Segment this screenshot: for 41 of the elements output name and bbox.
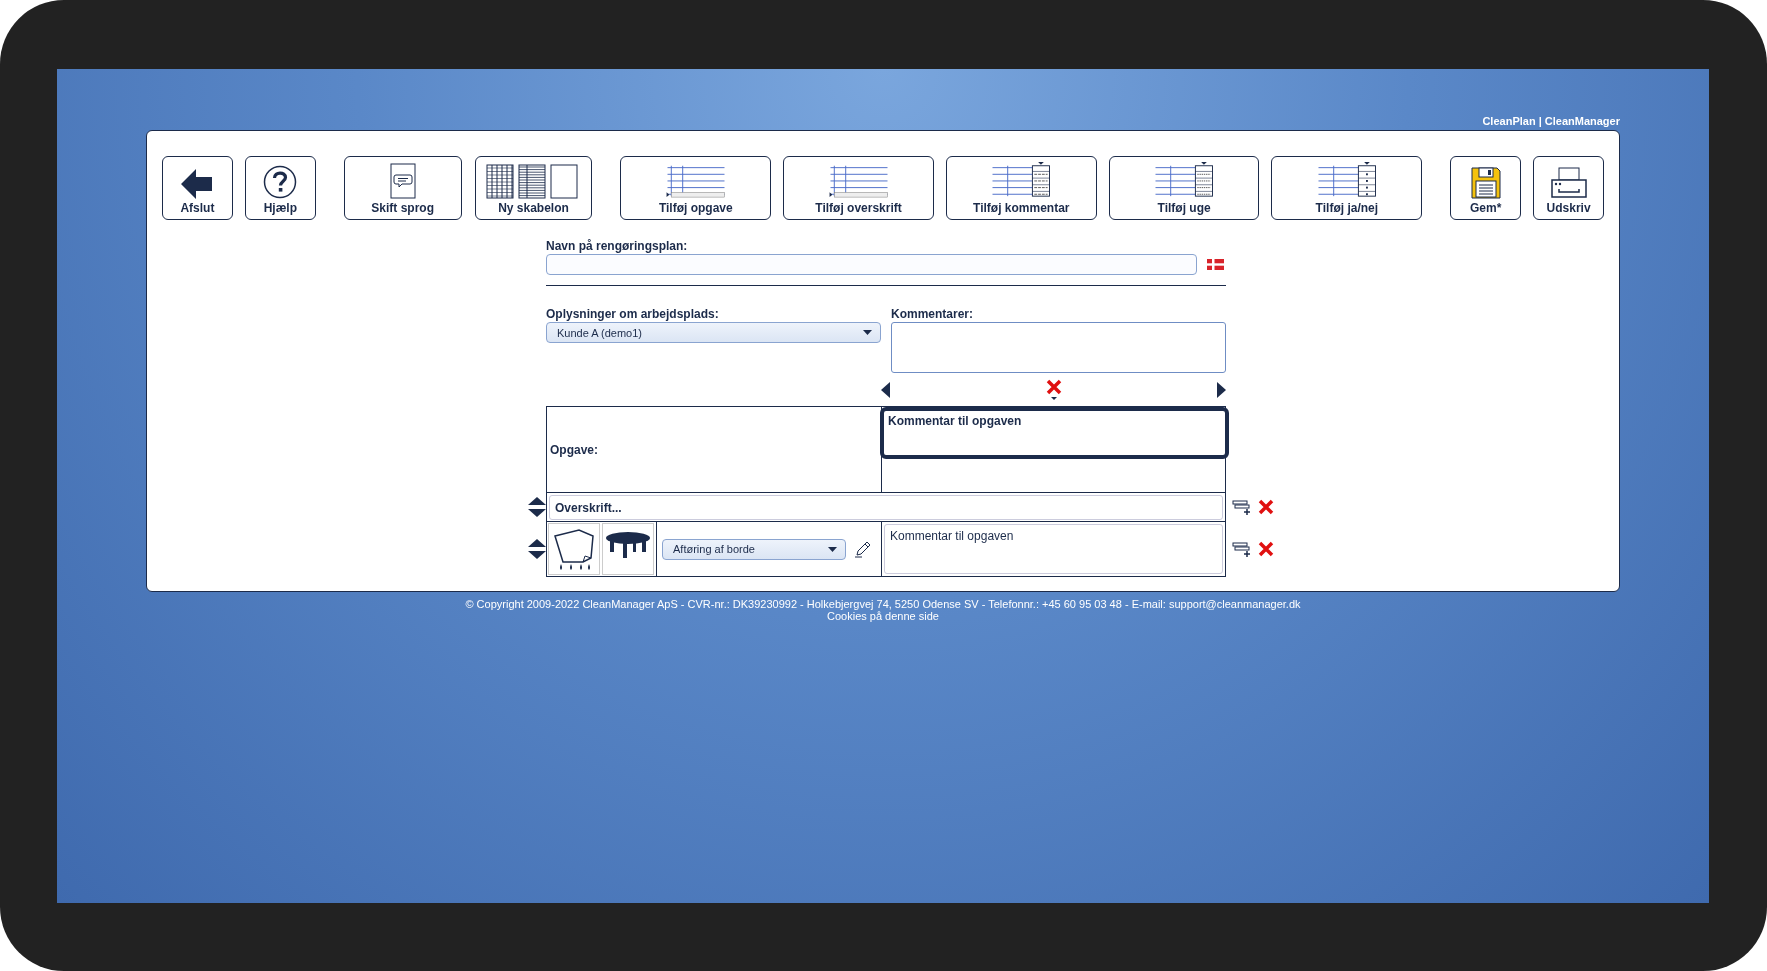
plan-name-input[interactable] bbox=[546, 254, 1197, 275]
field-label: Navn på rengøringsplan: bbox=[546, 240, 689, 253]
dropdown-caret-icon bbox=[863, 330, 872, 335]
delete-column-icon[interactable] bbox=[1045, 379, 1062, 401]
flag-icon[interactable] bbox=[1207, 259, 1224, 270]
move-up-down-icon[interactable] bbox=[528, 539, 546, 559]
move-up-down-icon[interactable] bbox=[528, 496, 546, 517]
toolbar-button[interactable]: Tilføj opgave bbox=[620, 156, 772, 220]
cookies-link[interactable]: Cookies på denne side bbox=[827, 610, 939, 622]
delete-icon[interactable] bbox=[1258, 541, 1274, 557]
toolbar-button[interactable]: Afslut bbox=[162, 156, 233, 220]
dropdown-caret-icon bbox=[828, 546, 837, 552]
copyright-text: © Copyright 2009-2022 CleanManager ApS - CVR-nr.: DK39230992 - Holkebjergvej 74, 5250 Odense SV - Telefonnr.: +45 60 95 03 48 - E-mail: support@cleanmanager.dk bbox=[465, 598, 1301, 610]
task-comment-field[interactable]: Kommentar til opgaven bbox=[884, 524, 1223, 574]
help-icon bbox=[263, 165, 298, 199]
toolbar-button[interactable]: Tilføj uge bbox=[1108, 156, 1260, 220]
delete-icon[interactable] bbox=[1258, 498, 1274, 515]
right-arrow-icon[interactable] bbox=[1217, 382, 1226, 398]
toolbar-button[interactable]: Tilføj kommentar bbox=[945, 156, 1097, 220]
toolbar-button[interactable]: Gem* bbox=[1450, 156, 1522, 220]
toolbar-button[interactable]: Udskriv bbox=[1533, 156, 1604, 220]
toolbar-button[interactable]: Tilføj overskrift bbox=[783, 156, 934, 220]
workplace-select[interactable]: Kunde A (demo1) bbox=[546, 322, 881, 343]
toolbar-button[interactable]: Tilføj ja/nej bbox=[1271, 156, 1423, 220]
toolbar-button[interactable]: Skift sprog bbox=[343, 156, 462, 220]
comment-header-field[interactable]: Kommentar til opgaven bbox=[880, 407, 1229, 459]
field-label: Kommentarer: bbox=[891, 308, 975, 321]
toolbar-button[interactable]: Hjælp bbox=[244, 156, 316, 220]
heading-input[interactable]: Overskrift... bbox=[549, 495, 1223, 520]
speech-bubble-page-icon bbox=[389, 163, 416, 199]
left-arrow-icon[interactable] bbox=[881, 382, 890, 398]
comments-textarea[interactable] bbox=[891, 322, 1226, 373]
toolbar-button[interactable]: Ny skabelon bbox=[474, 156, 593, 220]
brand-title: CleanPlan | CleanManager bbox=[1481, 115, 1620, 128]
printer-icon bbox=[1549, 167, 1588, 199]
back-arrow-icon bbox=[181, 169, 214, 199]
add-row-icon[interactable] bbox=[1232, 498, 1252, 515]
field-label: Oplysninger om arbejdsplads: bbox=[546, 308, 720, 321]
add-row-icon[interactable] bbox=[1232, 541, 1252, 557]
task-select[interactable]: Aftøring af borde bbox=[662, 538, 846, 560]
pencil-icon[interactable] bbox=[854, 540, 872, 558]
